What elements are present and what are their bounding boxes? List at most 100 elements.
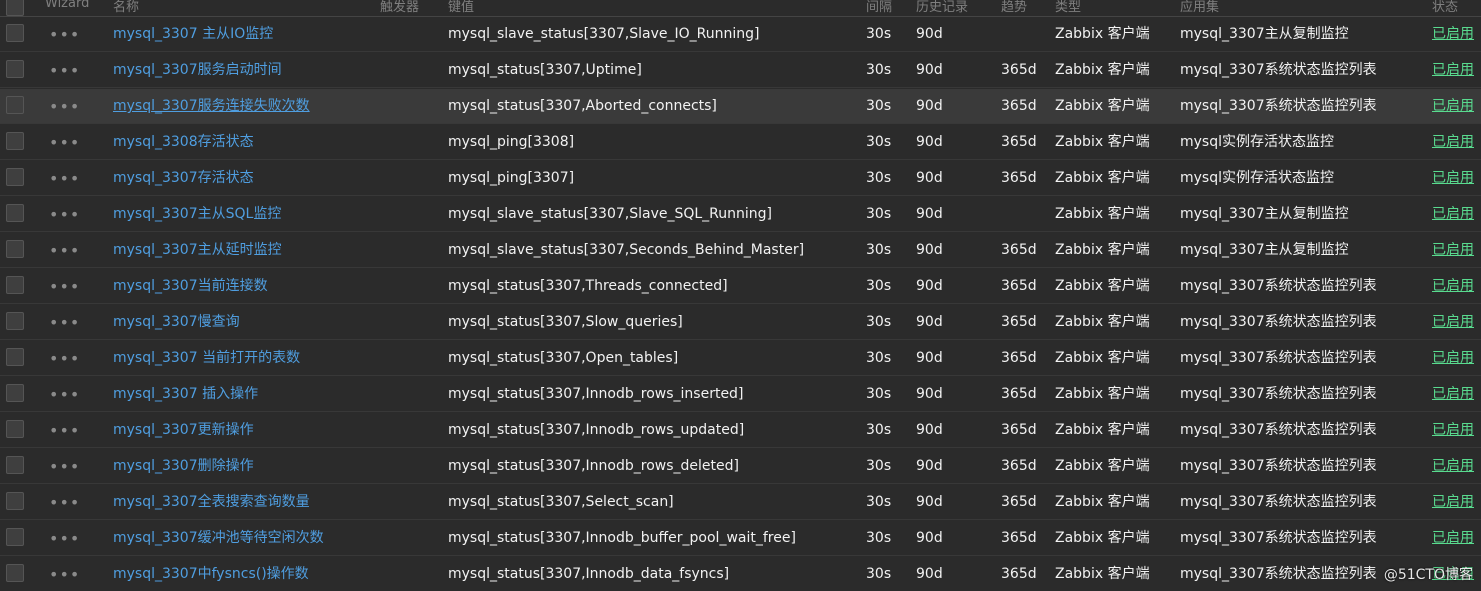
item-interval: 30s [866,458,892,474]
item-key: mysql_status[3307,Innodb_rows_deleted] [448,458,739,474]
header-triggers: 触发器 [380,0,420,15]
more-options-icon[interactable]: ••• [49,269,80,304]
item-history: 90d [916,134,943,150]
item-status-toggle[interactable]: 已启用 [1432,485,1474,520]
item-history: 90d [916,242,943,258]
row-checkbox[interactable] [6,96,24,114]
table-row: ••• mysql_3307删除操作 mysql_status[3307,Innod… [0,449,1481,484]
item-status-toggle[interactable]: 已启用 [1432,161,1474,196]
item-name-link[interactable]: mysql_3307存活状态 [113,161,254,196]
more-options-icon[interactable]: ••• [49,557,80,591]
more-options-icon[interactable]: ••• [49,89,80,124]
item-status-toggle[interactable]: 已启用 [1432,53,1474,88]
item-trends: 365d [1001,458,1037,474]
table-row: ••• mysql_3307更新操作 mysql_status[3307,Innod… [0,413,1481,448]
more-options-icon[interactable]: ••• [49,305,80,340]
item-type: Zabbix 客户端 [1055,530,1150,546]
row-checkbox[interactable] [6,168,24,186]
item-history: 90d [916,314,943,330]
item-status-toggle[interactable]: 已启用 [1432,377,1474,412]
row-checkbox[interactable] [6,564,24,582]
more-options-icon[interactable]: ••• [49,521,80,556]
item-status-toggle[interactable]: 已启用 [1432,197,1474,232]
item-status-toggle[interactable]: 已启用 [1432,17,1474,52]
more-options-icon[interactable]: ••• [49,233,80,268]
more-options-icon[interactable]: ••• [49,413,80,448]
item-history: 90d [916,530,943,546]
item-interval: 30s [866,242,892,258]
item-interval: 30s [866,494,892,510]
item-name-link[interactable]: mysql_3307主从延时监控 [113,233,282,268]
item-trends: 365d [1001,242,1037,258]
item-interval: 30s [866,566,892,582]
item-name-link[interactable]: mysql_3307服务连接失败次数 [113,89,310,124]
header-history[interactable]: 历史记录 [916,0,968,15]
item-trends: 365d [1001,494,1037,510]
row-checkbox[interactable] [6,492,24,510]
item-status-toggle[interactable]: 已启用 [1432,449,1474,484]
header-key[interactable]: 键值 [448,0,474,15]
row-checkbox[interactable] [6,60,24,78]
header-interval[interactable]: 间隔 [866,0,892,15]
item-name-link[interactable]: mysql_3307慢查询 [113,305,240,340]
more-options-icon[interactable]: ••• [49,197,80,232]
item-type: Zabbix 客户端 [1055,98,1150,114]
item-application: mysql_3307系统状态监控列表 [1180,62,1377,78]
item-status-toggle[interactable]: 已启用 [1432,125,1474,160]
header-trends[interactable]: 趋势 [1001,0,1027,15]
table-row: ••• mysql_3307中fysncs()操作数 mysql_status[33… [0,557,1481,591]
more-options-icon[interactable]: ••• [49,161,80,196]
item-application: mysql_3307系统状态监控列表 [1180,314,1377,330]
item-history: 90d [916,62,943,78]
item-name-link[interactable]: mysql_3307 插入操作 [113,377,258,412]
item-name-link[interactable]: mysql_3307删除操作 [113,449,254,484]
item-key: mysql_status[3307,Aborted_connects] [448,98,717,114]
item-status-toggle[interactable]: 已启用 [1432,341,1474,376]
item-status-toggle[interactable]: 已启用 [1432,521,1474,556]
more-options-icon[interactable]: ••• [49,17,80,52]
item-name-link[interactable]: mysql_3308存活状态 [113,125,254,160]
row-checkbox[interactable] [6,384,24,402]
row-checkbox[interactable] [6,420,24,438]
row-checkbox[interactable] [6,132,24,150]
item-name-link[interactable]: mysql_3307更新操作 [113,413,254,448]
item-name-link[interactable]: mysql_3307主从SQL监控 [113,197,281,232]
item-name-link[interactable]: mysql_3307 主从IO监控 [113,17,273,52]
row-checkbox[interactable] [6,240,24,258]
item-status-toggle[interactable]: 已启用 [1432,269,1474,304]
table-row: ••• mysql_3307 主从IO监控 mysql_slave_status[3… [0,17,1481,52]
more-options-icon[interactable]: ••• [49,53,80,88]
row-checkbox[interactable] [6,276,24,294]
header-name[interactable]: 名称 [113,0,139,15]
item-type: Zabbix 客户端 [1055,458,1150,474]
more-options-icon[interactable]: ••• [49,341,80,376]
row-checkbox[interactable] [6,456,24,474]
row-checkbox[interactable] [6,528,24,546]
header-status[interactable]: 状态 [1432,0,1458,15]
item-status-toggle[interactable]: 已启用 [1432,305,1474,340]
item-status-toggle[interactable]: 已启用 [1432,233,1474,268]
more-options-icon[interactable]: ••• [49,377,80,412]
item-status-toggle[interactable]: 已启用 [1432,413,1474,448]
item-application: mysql_3307系统状态监控列表 [1180,98,1377,114]
item-name-link[interactable]: mysql_3307全表搜索查询数量 [113,485,310,520]
item-name-link[interactable]: mysql_3307 当前打开的表数 [113,341,300,376]
row-checkbox[interactable] [6,204,24,222]
item-name-link[interactable]: mysql_3307中fysncs()操作数 [113,557,309,591]
item-name-link[interactable]: mysql_3307服务启动时间 [113,53,282,88]
item-application: mysql_3307主从复制监控 [1180,26,1349,42]
row-checkbox[interactable] [6,312,24,330]
row-checkbox[interactable] [6,24,24,42]
item-name-link[interactable]: mysql_3307缓冲池等待空闲次数 [113,521,324,556]
item-key: mysql_status[3307,Innodb_data_fsyncs] [448,566,730,582]
more-options-icon[interactable]: ••• [49,485,80,520]
header-type[interactable]: 类型 [1055,0,1081,15]
header-wizard[interactable]: Wizard [45,0,89,11]
header-applications: 应用集 [1180,0,1220,15]
row-checkbox[interactable] [6,348,24,366]
more-options-icon[interactable]: ••• [49,449,80,484]
item-name-link[interactable]: mysql_3307当前连接数 [113,269,268,304]
item-application: mysql实例存活状态监控 [1180,134,1334,150]
item-status-toggle[interactable]: 已启用 [1432,89,1474,124]
more-options-icon[interactable]: ••• [49,125,80,160]
